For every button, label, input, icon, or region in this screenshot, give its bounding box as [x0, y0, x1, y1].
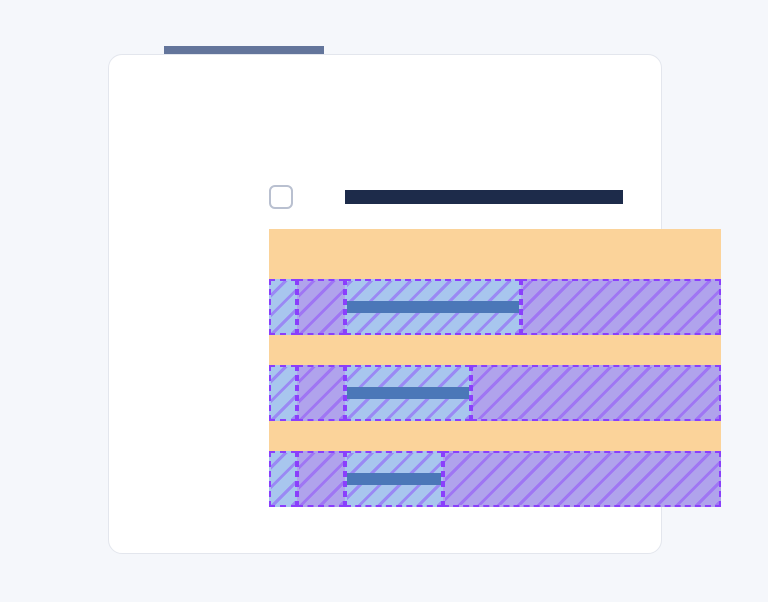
grid-row [269, 365, 721, 421]
row-icon-cell [297, 451, 345, 507]
row-progress-cell [345, 279, 521, 335]
progress-bar [347, 473, 441, 485]
grid-gap [269, 335, 721, 365]
row-icon-cell [297, 365, 345, 421]
card-title [345, 190, 623, 204]
row-checkbox-cell[interactable] [269, 279, 297, 335]
grid-gap [269, 229, 721, 279]
row-remainder-cell [443, 451, 721, 507]
grid-row [269, 451, 721, 507]
row-icon-cell [297, 279, 345, 335]
layout-card [108, 54, 662, 554]
grid-row [269, 279, 721, 335]
grid-gap [269, 421, 721, 451]
row-progress-cell [345, 365, 471, 421]
grid-rows [269, 229, 721, 507]
row-progress-cell [345, 451, 443, 507]
row-checkbox-cell[interactable] [269, 451, 297, 507]
select-all-checkbox[interactable] [269, 185, 293, 209]
row-remainder-cell [521, 279, 721, 335]
row-checkbox-cell[interactable] [269, 365, 297, 421]
progress-bar [347, 387, 469, 399]
row-remainder-cell [471, 365, 721, 421]
progress-bar [347, 301, 519, 313]
card-header [269, 185, 623, 209]
